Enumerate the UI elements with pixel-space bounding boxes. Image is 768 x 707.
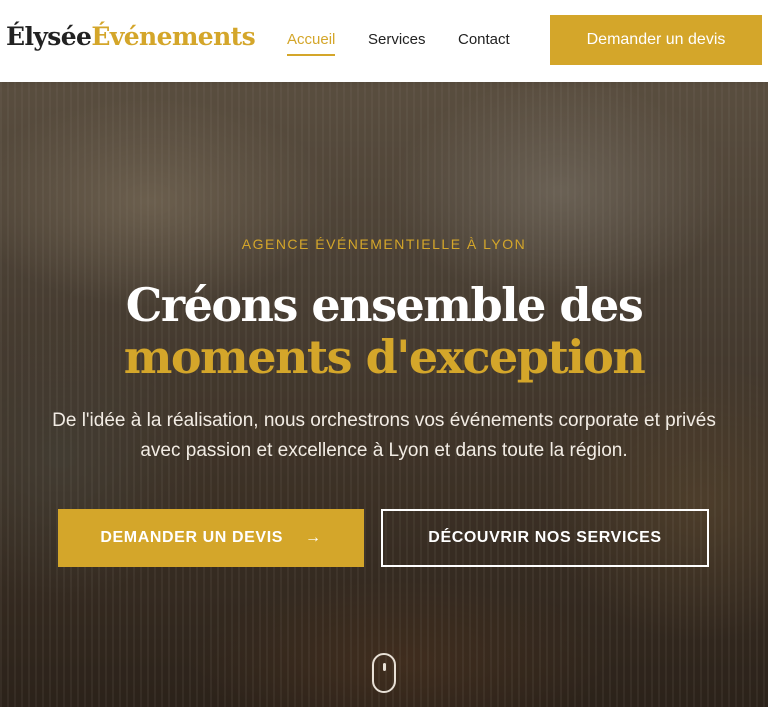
- hero-title-line-2: moments d'exception: [123, 330, 646, 384]
- scroll-down-icon[interactable]: [372, 653, 396, 693]
- hero-quote-button-label: DEMANDER UN DEVIS: [100, 529, 284, 546]
- header-quote-button[interactable]: Demander un devis: [550, 15, 762, 65]
- logo-part-1: Élysée: [6, 22, 92, 51]
- hero-services-button[interactable]: DÉCOUVRIR NOS SERVICES: [381, 509, 709, 567]
- logo-part-2: Événements: [91, 22, 256, 51]
- hero-title-line-1: Créons ensemble des: [125, 278, 644, 332]
- nav-link-contact[interactable]: Contact: [458, 31, 510, 48]
- hero-overlay: [0, 82, 768, 707]
- logo[interactable]: ÉlyséeÉvénements: [6, 22, 256, 51]
- hero-lead: De l'idée à la réalisation, nous orchest…: [52, 410, 716, 461]
- hero-quote-button[interactable]: DEMANDER UN DEVIS →: [58, 509, 364, 567]
- nav-link-accueil[interactable]: Accueil: [287, 31, 336, 56]
- site-header: ÉlyséeÉvénements Accueil Services Contac…: [0, 0, 768, 82]
- hero-kicker: AGENCE ÉVÉNEMENTIELLE À LYON: [241, 236, 527, 252]
- nav-link-services[interactable]: Services: [368, 31, 426, 48]
- hero-section: AGENCE ÉVÉNEMENTIELLE À LYON Créons ense…: [0, 82, 768, 707]
- arrow-right-icon: →: [305, 529, 322, 546]
- scroll-dot: [383, 663, 386, 671]
